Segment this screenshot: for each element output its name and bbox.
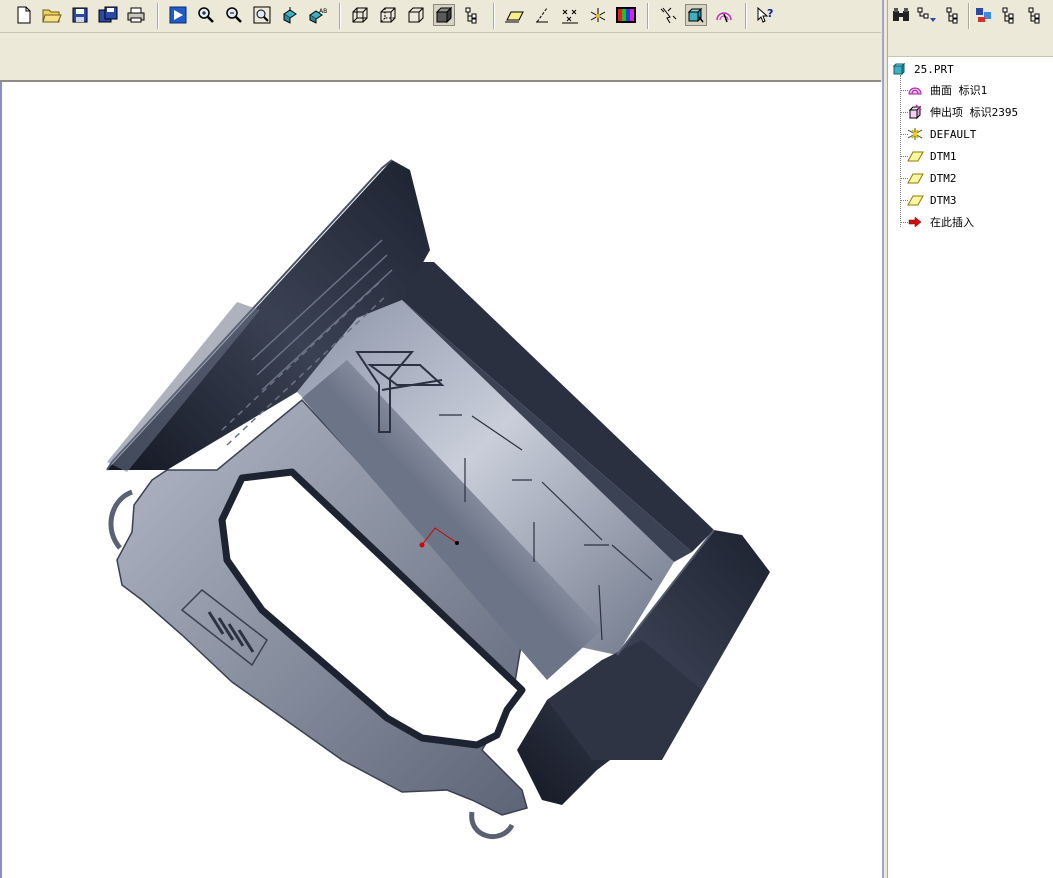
model-tree: 25.PRT 曲面 标识1 伸出项 标识2395 DEFAULT DTM1 DT…: [888, 57, 1053, 878]
tree-item-default-csys[interactable]: DEFAULT: [906, 124, 976, 144]
datum-plane-display-icon[interactable]: [503, 4, 525, 26]
model-tree-toolbar: [888, 0, 1053, 57]
find-binoculars-icon[interactable]: [890, 4, 912, 26]
lanyard-loop-bottom: [469, 811, 515, 840]
tree-connector: [900, 75, 901, 227]
save-copy-icon[interactable]: [97, 4, 119, 26]
select-icon[interactable]: [657, 4, 679, 26]
toolbar-separator: [647, 3, 649, 29]
smart-select-icon[interactable]: [685, 4, 707, 26]
analysis-icon[interactable]: [713, 4, 735, 26]
surface-feature-icon: [906, 82, 924, 98]
tree-item-label: DTM3: [930, 193, 957, 207]
tree-item-dtm3[interactable]: DTM3: [906, 190, 957, 210]
no-hidden-icon[interactable]: [405, 4, 427, 26]
datum-plane-icon: [906, 170, 924, 186]
tree-item-dtm2[interactable]: DTM2: [906, 168, 957, 188]
tree-item-label: DTM2: [930, 171, 957, 185]
point-display-icon[interactable]: [559, 4, 581, 26]
tree-item-protrusion[interactable]: 伸出项 标识2395: [906, 102, 1018, 122]
svg-text:?: ?: [767, 7, 773, 20]
toolbar-separator: [157, 3, 159, 29]
toolbar-separator: [745, 3, 747, 29]
main-toolbar: AB ?: [0, 0, 881, 33]
svg-text:AB: AB: [319, 8, 327, 15]
tree-item-dtm1[interactable]: DTM1: [906, 146, 957, 166]
model-render[interactable]: [2, 82, 882, 878]
part-icon: [890, 61, 908, 77]
context-help-icon[interactable]: ?: [755, 4, 777, 26]
tree-root-label: 25.PRT: [914, 62, 954, 76]
toolbar-separator: [968, 3, 970, 29]
protrusion-feature-icon: [906, 104, 924, 120]
open-folder-icon[interactable]: [41, 4, 63, 26]
zoom-in-icon[interactable]: [195, 4, 217, 26]
tree-filter-icon[interactable]: [916, 4, 938, 26]
tree-item-label: 伸出项 标识2395: [930, 106, 1019, 119]
tree-columns-icon[interactable]: [942, 4, 964, 26]
model-tree-icon[interactable]: [461, 4, 483, 26]
wireframe-icon[interactable]: [349, 4, 371, 26]
tree-item-label: 在此插入: [930, 216, 974, 229]
tree-item-insert-here[interactable]: 在此插入: [906, 212, 974, 232]
insert-here-arrow-icon: [906, 214, 924, 230]
tree-root[interactable]: 25.PRT: [890, 59, 954, 79]
tool-band: [0, 33, 881, 82]
reorient-icon[interactable]: [279, 4, 301, 26]
redraw-icon[interactable]: [167, 4, 189, 26]
datum-plane-icon: [906, 192, 924, 208]
zoom-out-icon[interactable]: [223, 4, 245, 26]
new-file-icon[interactable]: [13, 4, 35, 26]
layer-icon[interactable]: [974, 4, 996, 26]
tree-item-surface[interactable]: 曲面 标识1: [906, 80, 987, 100]
print-icon[interactable]: [125, 4, 147, 26]
tree-item-label: DEFAULT: [930, 127, 977, 141]
coordinate-system-icon: [906, 126, 924, 142]
datum-axis-display-icon[interactable]: [531, 4, 553, 26]
csys-display-icon[interactable]: [587, 4, 609, 26]
tree-settings-icon[interactable]: [998, 4, 1020, 26]
toolbar-separator: [339, 3, 341, 29]
toolbar-separator: [493, 3, 495, 29]
save-icon[interactable]: [69, 4, 91, 26]
graphics-viewport[interactable]: [0, 82, 882, 878]
saved-views-icon[interactable]: AB: [307, 4, 329, 26]
tree-item-label: 曲面 标识1: [930, 84, 988, 97]
shading-icon[interactable]: [433, 4, 455, 26]
appearance-icon[interactable]: [615, 4, 637, 26]
tree-expand-icon[interactable]: [1024, 4, 1046, 26]
tree-item-label: DTM1: [930, 149, 957, 163]
datum-plane-icon: [906, 148, 924, 164]
hidden-line-icon[interactable]: [377, 4, 399, 26]
refit-icon[interactable]: [251, 4, 273, 26]
